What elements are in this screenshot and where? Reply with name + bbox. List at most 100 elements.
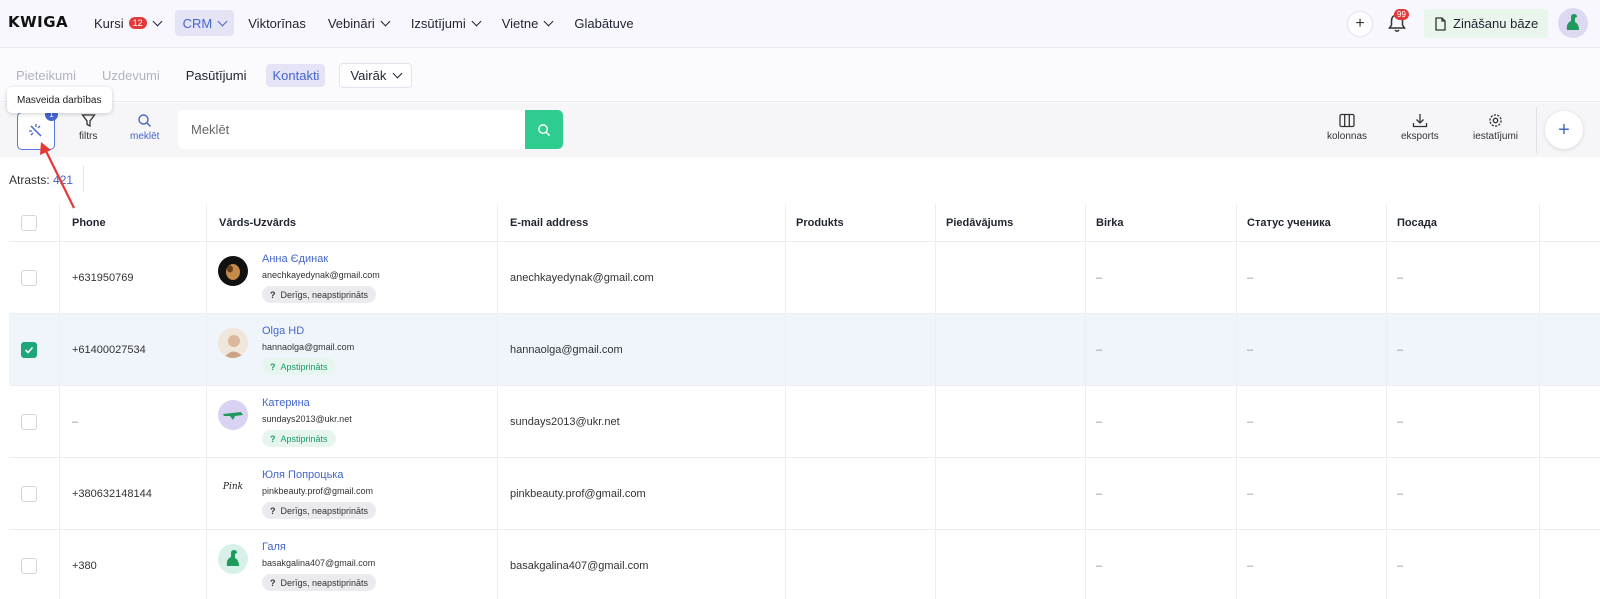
create-plus-button[interactable]: +: [1348, 12, 1372, 36]
spacer-cell: [1539, 530, 1540, 599]
tag-cell: –: [1085, 242, 1102, 313]
search-submit-button[interactable]: [525, 110, 563, 149]
columns-icon: [1339, 113, 1355, 128]
columns-button[interactable]: kolonnas: [1327, 113, 1367, 142]
contact-avatar: [218, 256, 248, 286]
nav-item-vebinari[interactable]: Vebināri: [320, 10, 397, 36]
name-cell: Анна Єдинак anechkayedynak@gmail.com ? De…: [206, 242, 380, 313]
nav-label: Vietne: [501, 15, 539, 31]
header-position[interactable]: Посада: [1386, 204, 1437, 241]
nav-item-crm[interactable]: CRM: [174, 10, 235, 36]
contact-name-link[interactable]: Галя: [262, 540, 376, 554]
status-badge: ? Derīgs, neapstiprināts: [262, 574, 377, 591]
table-row[interactable]: +631950769 Анна Єдинак anechkayedynak@gm…: [9, 242, 1600, 314]
nav-label: Izsūtījumi: [410, 15, 466, 31]
nav-item-viktorinas[interactable]: Viktorīnas: [240, 10, 314, 36]
search-toggle-button[interactable]: meklēt: [130, 113, 159, 142]
filter-icon: [80, 114, 96, 128]
dinosaur-icon: [226, 550, 239, 566]
table-row[interactable]: +380 Галя basakgalina407@gmail.com ? Derī…: [9, 530, 1600, 599]
status-label: Apstiprināts: [280, 361, 328, 372]
status-label: Apstiprināts: [280, 433, 328, 444]
header-email[interactable]: E-mail address: [497, 204, 588, 241]
search-input[interactable]: [178, 110, 526, 149]
email-cell: hannaolga@gmail.com: [497, 314, 623, 385]
tag-cell: –: [1085, 314, 1102, 385]
spacer-cell: [1539, 458, 1540, 529]
status-badge: ? Apstiprināts: [262, 358, 336, 375]
subnav-uzdevumi[interactable]: Uzdevumi: [96, 64, 166, 87]
nav-item-glabatuve[interactable]: Glabātuve: [566, 10, 641, 36]
table-row[interactable]: – Катерина sundays2013@ukr.net ? Apstipri…: [9, 386, 1600, 458]
contact-email: basakgalina407@gmail.com: [262, 558, 376, 568]
contact-name-link[interactable]: Юля Попроцька: [262, 468, 376, 482]
question-icon: ?: [270, 433, 276, 444]
offer-cell: [935, 314, 936, 385]
search-icon: [538, 123, 551, 136]
chevron-down-icon: [152, 16, 163, 26]
header-student-status[interactable]: Статус ученика: [1236, 204, 1331, 241]
subnav-more-dropdown[interactable]: Vairāk: [339, 63, 413, 88]
email-cell: basakgalina407@gmail.com: [497, 530, 648, 599]
subnav-pasutijumi[interactable]: Pasūtījumi: [180, 64, 253, 87]
student-status-cell: –: [1236, 530, 1253, 599]
notifications-badge: 99: [1394, 9, 1409, 20]
filter-button[interactable]: filtrs: [79, 113, 97, 142]
add-contact-button[interactable]: +: [1545, 111, 1583, 149]
row-checkbox[interactable]: [21, 341, 37, 358]
row-checkbox[interactable]: [21, 485, 37, 502]
select-all-checkbox[interactable]: [21, 214, 37, 231]
offer-cell: [935, 458, 936, 529]
user-avatar[interactable]: [1558, 8, 1588, 38]
nav-item-vietne[interactable]: Vietne: [494, 10, 561, 36]
contact-name-link[interactable]: Olga HD: [262, 324, 354, 338]
row-checkbox[interactable]: [21, 269, 37, 286]
header-name[interactable]: Vārds-Uzvārds: [206, 204, 296, 241]
tag-cell: –: [1085, 386, 1102, 457]
phone-cell: –: [59, 386, 78, 457]
contact-avatar: Pink: [218, 472, 248, 502]
email-cell: anechkayedynak@gmail.com: [497, 242, 654, 313]
annotation-arrow: [40, 142, 75, 209]
photo-icon: [226, 264, 240, 280]
student-status-cell: –: [1236, 386, 1253, 457]
contact-email: hannaolga@gmail.com: [262, 342, 355, 352]
logo[interactable]: KWIGA: [8, 13, 68, 31]
nav-badge: 12: [128, 17, 147, 29]
main-nav: Kursi 12 CRM Viktorīnas Vebināri Izsūtīj…: [86, 10, 642, 36]
contact-name-link[interactable]: Катерина: [262, 396, 352, 410]
question-icon: ?: [270, 577, 276, 588]
chevron-down-icon: [471, 16, 482, 26]
sub-nav: Pieteikumi Uzdevumi Pasūtījumi Kontakti …: [0, 48, 1600, 102]
settings-button[interactable]: iestatījumi: [1473, 113, 1518, 142]
header-tag[interactable]: Birka: [1085, 204, 1124, 241]
header-spacer: [1539, 204, 1540, 241]
phone-cell: +61400027534: [59, 314, 146, 385]
chevron-down-icon: [543, 16, 554, 26]
export-button[interactable]: eksports: [1401, 113, 1439, 142]
product-cell: [785, 386, 786, 457]
student-status-cell: –: [1236, 314, 1253, 385]
contacts-table: Phone Vārds-Uzvārds E-mail address Produ…: [9, 204, 1600, 599]
name-cell: Галя basakgalina407@gmail.com ? Derīgs, n…: [206, 530, 377, 599]
table-row[interactable]: +61400027534 Olga HD hannaolga@gmail.com…: [9, 314, 1600, 386]
contact-name-link[interactable]: Анна Єдинак: [262, 252, 380, 266]
row-checkbox[interactable]: [21, 557, 37, 574]
phone-cell: +631950769: [59, 242, 133, 313]
tag-cell: –: [1085, 530, 1102, 599]
subnav-kontakti[interactable]: Kontakti: [266, 64, 326, 87]
product-cell: [785, 458, 786, 529]
columns-label: kolonnas: [1327, 131, 1368, 142]
knowledge-base-button[interactable]: Zināšanu bāze: [1424, 9, 1549, 38]
table-row[interactable]: +380632148144 Pink Юля Попроцька pinkbea…: [9, 458, 1600, 530]
subnav-pieteikumi[interactable]: Pieteikumi: [10, 64, 82, 87]
nav-item-kursi[interactable]: Kursi 12: [86, 10, 169, 36]
contact-email: anechkayedynak@gmail.com: [262, 270, 380, 280]
spacer-cell: [1539, 242, 1540, 313]
header-offer[interactable]: Piedāvājums: [935, 204, 1013, 241]
status-label: Derīgs, neapstiprināts: [280, 289, 369, 300]
row-checkbox[interactable]: [21, 413, 37, 430]
contact-avatar: [218, 544, 248, 574]
header-product[interactable]: Produkts: [785, 204, 844, 241]
nav-item-izsutijumi[interactable]: Izsūtījumi: [403, 10, 488, 36]
